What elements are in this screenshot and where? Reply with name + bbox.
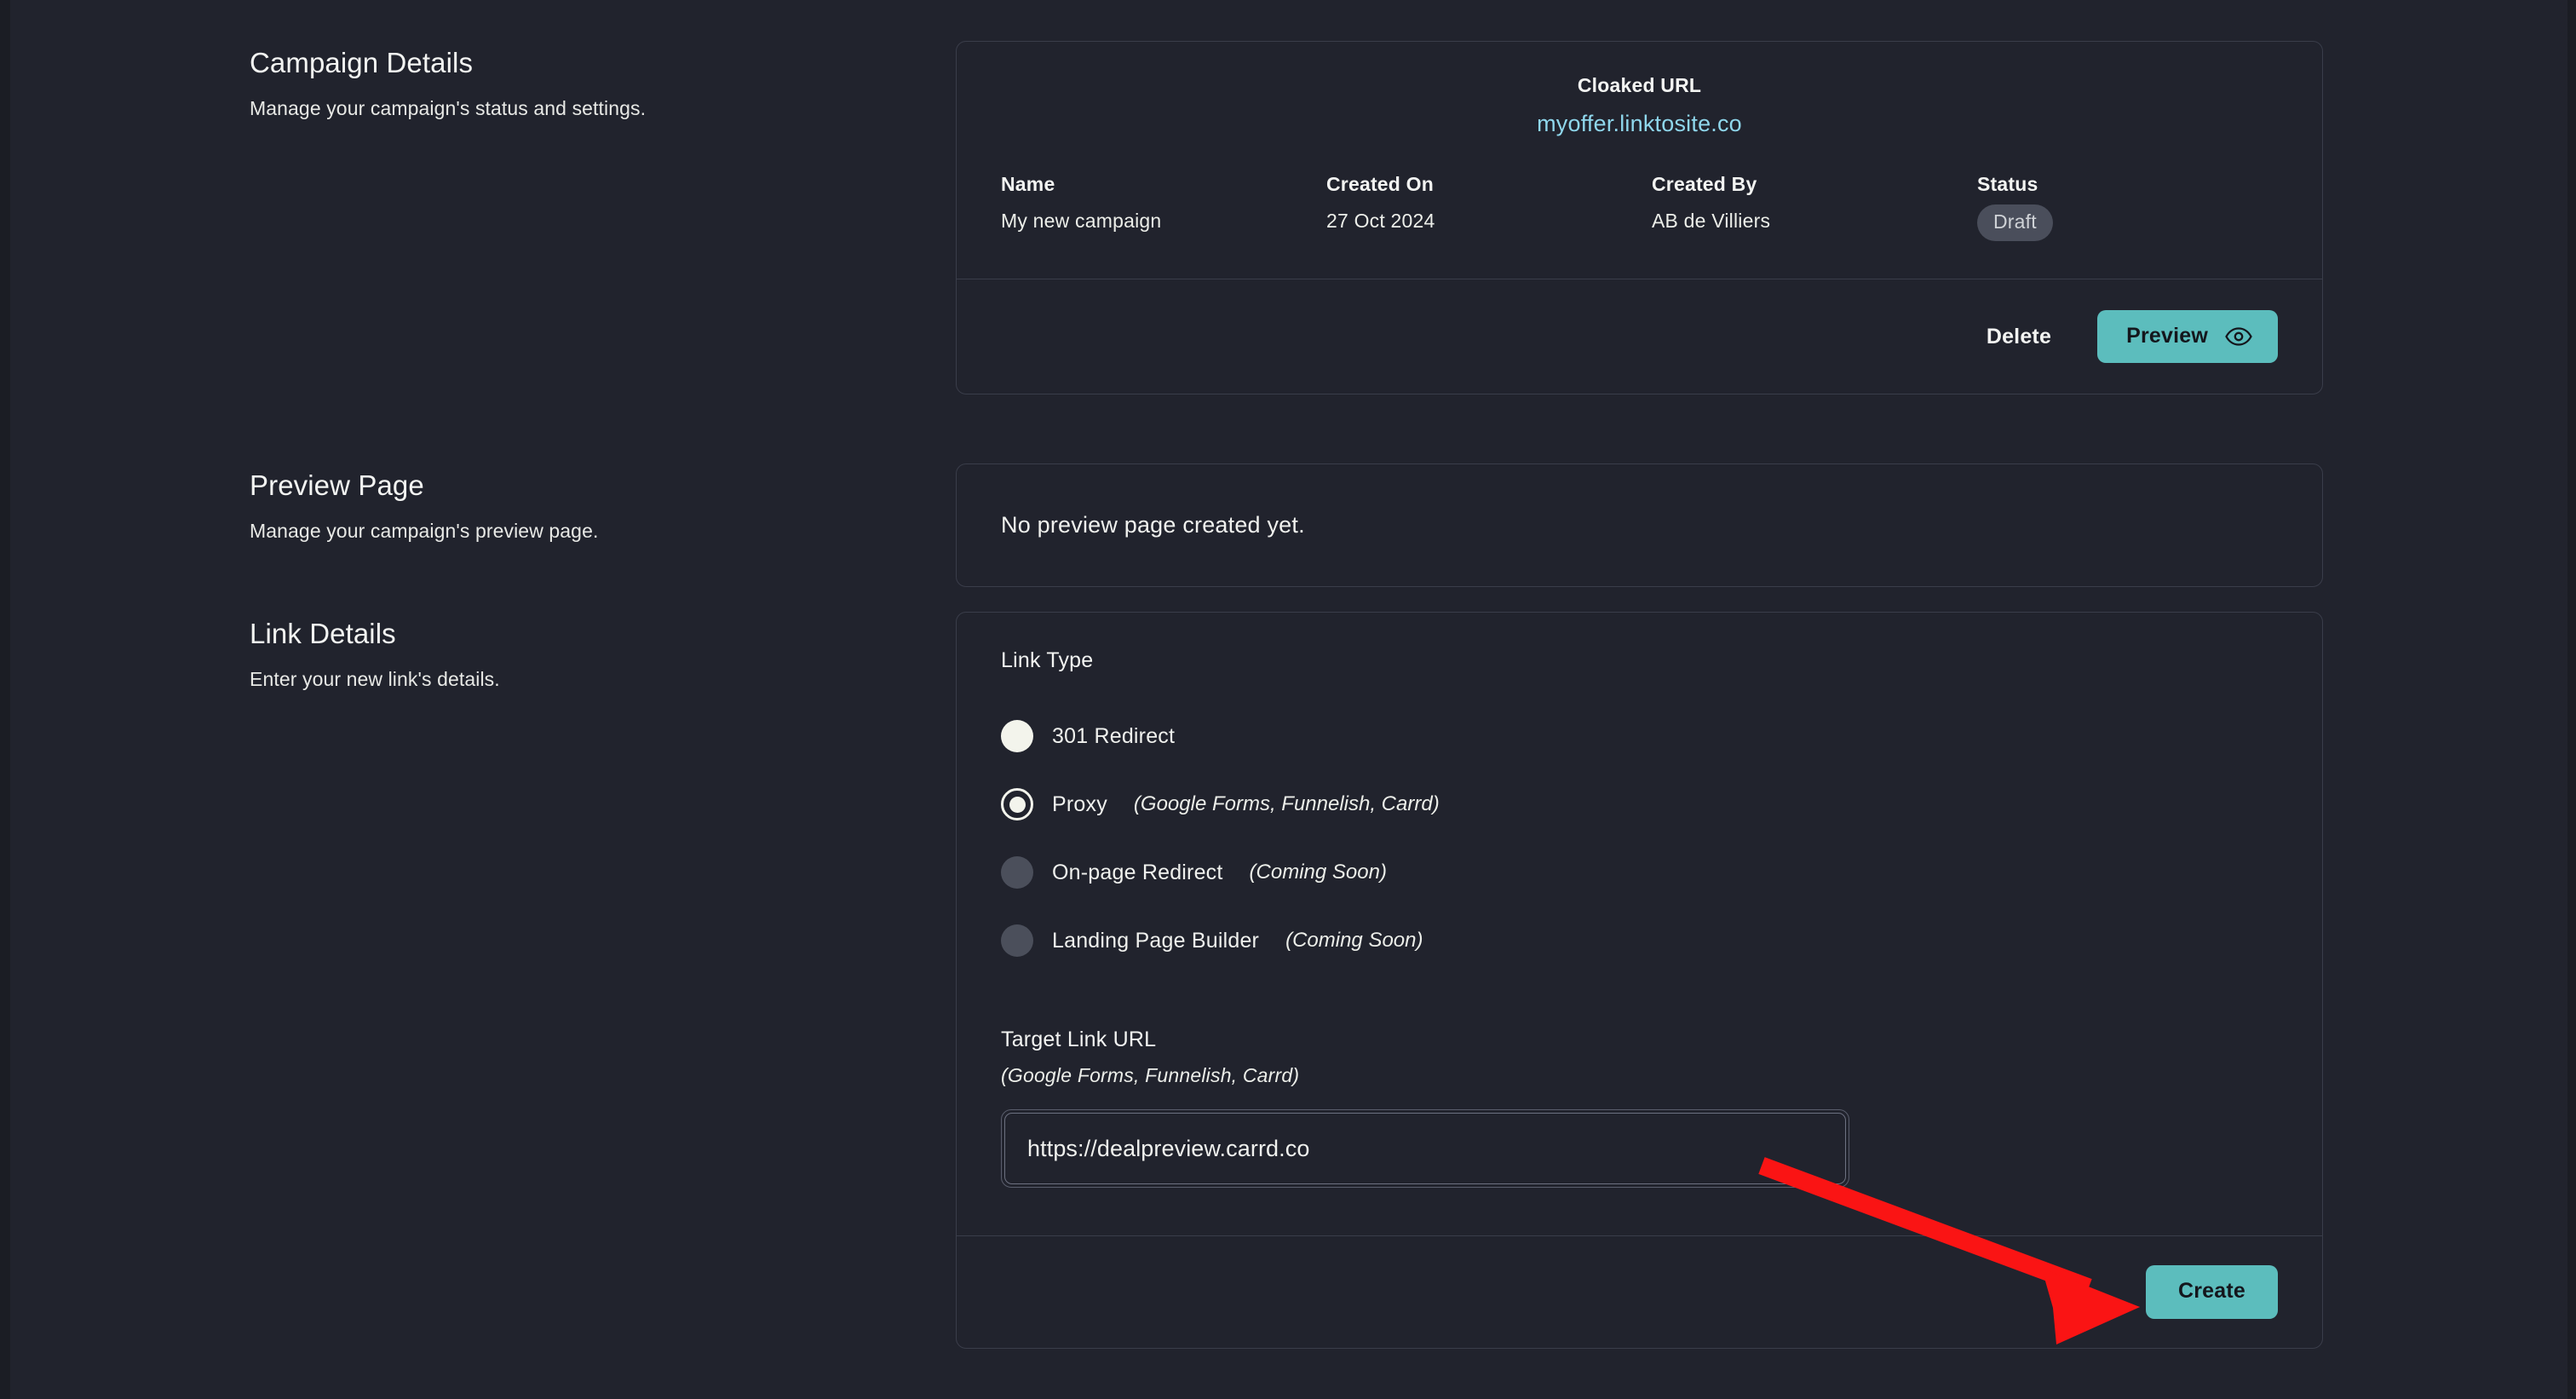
meta-label-created-by: Created By xyxy=(1652,173,1757,195)
create-button[interactable]: Create xyxy=(2145,1265,2278,1319)
link-details-subtitle: Enter your new link's details. xyxy=(250,667,500,690)
delete-button[interactable]: Delete xyxy=(1987,325,2051,349)
left-edge-gutter xyxy=(0,0,10,1399)
right-edge-gutter xyxy=(2567,0,2576,1399)
campaign-meta-row: Name My new campaign Created On 27 Oct 2… xyxy=(957,149,2322,279)
target-link-url-field: Target Link URL (Google Forms, Funnelish… xyxy=(1001,1028,2278,1188)
radio-label-301-redirect: 301 Redirect xyxy=(1052,723,1176,748)
radio-option-on-page-redirect: On-page Redirect (Coming Soon) xyxy=(1001,838,2278,907)
radio-note-on-page-redirect: (Coming Soon) xyxy=(1249,861,1387,884)
target-link-url-note: (Google Forms, Funnelish, Carrd) xyxy=(1001,1064,1300,1086)
link-details-card: Link Type 301 Redirect Proxy (Google For… xyxy=(956,612,2323,1349)
cloaked-url-block: Cloaked URL myoffer.linktosite.co xyxy=(957,42,2322,149)
meta-label-name: Name xyxy=(1001,173,1055,195)
meta-value-created-on: 27 Oct 2024 xyxy=(1326,210,1435,232)
campaign-details-title: Campaign Details xyxy=(250,47,474,78)
radio-note-proxy: (Google Forms, Funnelish, Carrd) xyxy=(1133,792,1440,815)
radio-label-on-page-redirect: On-page Redirect xyxy=(1052,860,1223,884)
status-badge: Draft xyxy=(1977,204,2053,241)
radio-icon-proxy[interactable] xyxy=(1001,788,1033,820)
cloaked-url-link[interactable]: myoffer.linktosite.co xyxy=(957,111,2322,137)
preview-button[interactable]: Preview xyxy=(2097,310,2278,363)
meta-label-created-on: Created On xyxy=(1326,173,1434,195)
radio-option-301-redirect[interactable]: 301 Redirect xyxy=(1001,702,2278,770)
cloaked-url-label: Cloaked URL xyxy=(1577,74,1702,96)
link-card-footer: Create xyxy=(957,1236,2322,1348)
link-details-body: Link Type 301 Redirect Proxy (Google For… xyxy=(957,613,2322,1235)
preview-page-title: Preview Page xyxy=(250,469,424,501)
radio-label-landing-page-builder: Landing Page Builder xyxy=(1052,928,1260,953)
target-link-url-input[interactable] xyxy=(1004,1113,1846,1184)
radio-icon-301-redirect[interactable] xyxy=(1001,720,1033,752)
radio-icon-landing-page-builder xyxy=(1001,924,1033,957)
preview-page-subtitle: Manage your campaign's preview page. xyxy=(250,519,599,542)
campaign-card-actions: Delete Preview xyxy=(957,279,2322,394)
radio-note-landing-page-builder: (Coming Soon) xyxy=(1285,929,1423,952)
meta-value-created-by: AB de Villiers xyxy=(1652,210,1771,232)
preview-page-card: No preview page created yet. xyxy=(956,463,2323,587)
campaign-details-section-header: Campaign Details Manage your campaign's … xyxy=(0,41,707,120)
preview-page-empty-message: No preview page created yet. xyxy=(1001,512,1305,538)
campaign-details-subtitle: Manage your campaign's status and settin… xyxy=(250,96,647,119)
radio-option-landing-page-builder: Landing Page Builder (Coming Soon) xyxy=(1001,907,2278,975)
radio-icon-on-page-redirect xyxy=(1001,856,1033,889)
meta-value-name: My new campaign xyxy=(1001,210,1162,232)
campaign-details-card: Cloaked URL myoffer.linktosite.co Name M… xyxy=(956,41,2323,394)
link-type-radio-group: 301 Redirect Proxy (Google Forms, Funnel… xyxy=(1001,702,2278,975)
target-link-url-label: Target Link URL xyxy=(1001,1028,1157,1051)
radio-option-proxy[interactable]: Proxy (Google Forms, Funnelish, Carrd) xyxy=(1001,770,2278,838)
link-details-title: Link Details xyxy=(250,618,396,649)
link-details-section-header: Link Details Enter your new link's detai… xyxy=(0,612,707,691)
meta-field-status: Status Draft xyxy=(1977,173,2233,241)
meta-field-name: Name My new campaign xyxy=(1001,173,1326,241)
meta-label-status: Status xyxy=(1977,173,2038,195)
preview-page-section-header: Preview Page Manage your campaign's prev… xyxy=(0,463,707,543)
meta-field-created-by: Created By AB de Villiers xyxy=(1652,173,1977,241)
meta-field-created-on: Created On 27 Oct 2024 xyxy=(1326,173,1652,241)
preview-button-label: Preview xyxy=(2126,324,2208,348)
link-type-label: Link Type xyxy=(1001,648,1094,672)
campaign-settings-page: Campaign Details Manage your campaign's … xyxy=(0,0,2576,1399)
target-link-url-input-focus-ring xyxy=(1001,1109,1849,1188)
radio-label-proxy: Proxy xyxy=(1052,792,1107,816)
eye-icon xyxy=(2225,326,2252,346)
